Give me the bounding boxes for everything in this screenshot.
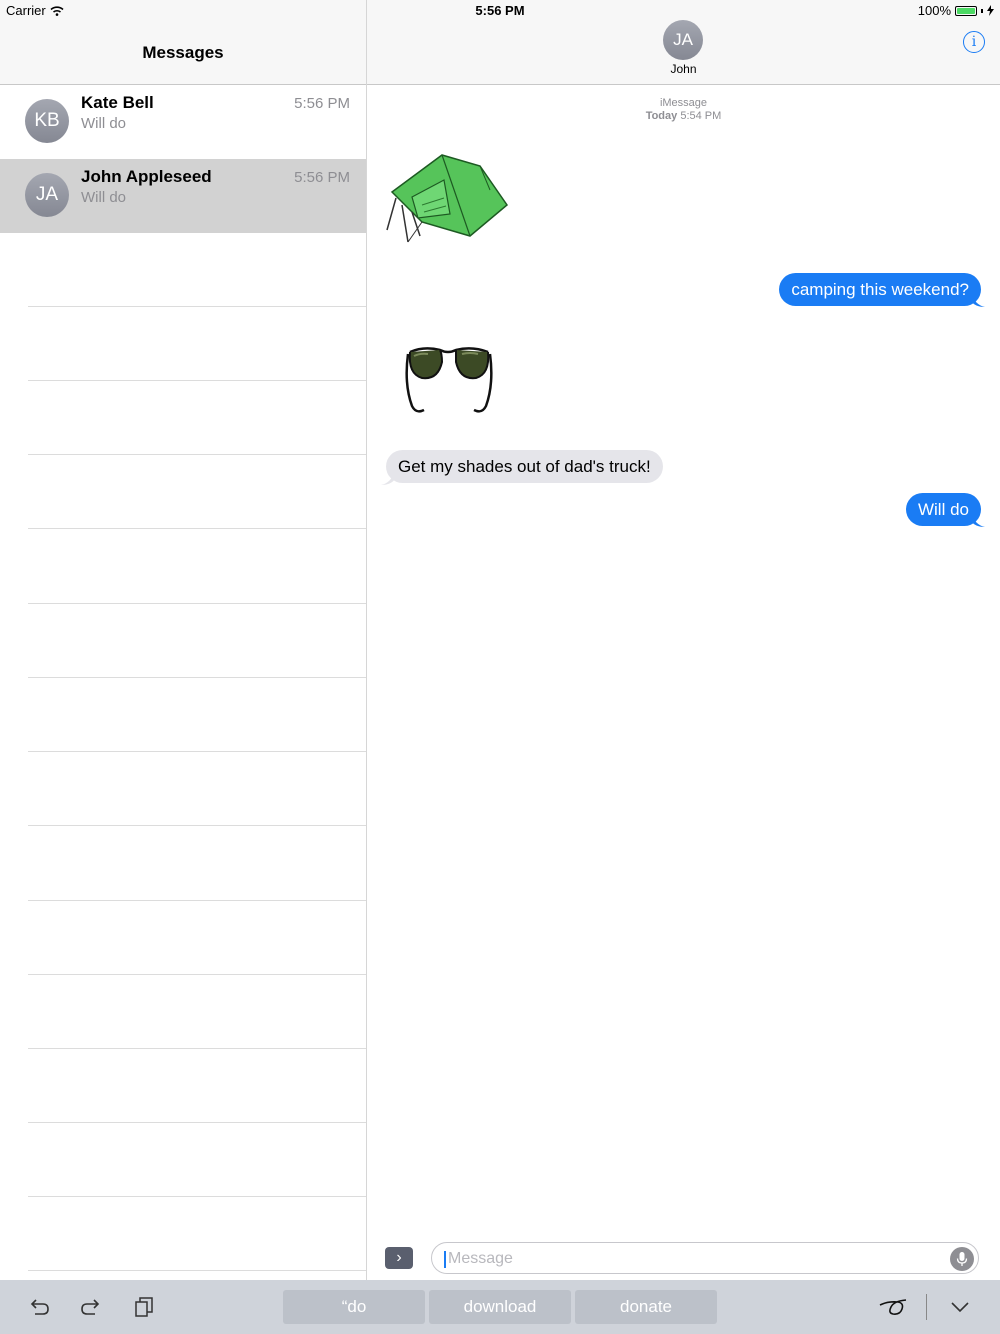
list-separator xyxy=(28,1122,366,1123)
list-separator xyxy=(28,380,366,381)
handwriting-icon[interactable] xyxy=(878,1295,908,1319)
list-separator xyxy=(28,306,366,307)
avatar: JA xyxy=(25,173,69,217)
dictation-button[interactable] xyxy=(950,1247,974,1271)
contact-name[interactable]: John xyxy=(367,62,1000,76)
battery-icon xyxy=(955,5,977,16)
battery-cap xyxy=(981,8,983,13)
message-bubble-outgoing[interactable]: camping this weekend? xyxy=(779,273,981,306)
redo-icon[interactable] xyxy=(79,1295,103,1319)
info-button[interactable]: i xyxy=(963,31,985,53)
tent-sticker[interactable] xyxy=(382,150,512,248)
divider xyxy=(926,1294,927,1320)
bubble-tail xyxy=(971,293,985,307)
page-title: Messages xyxy=(142,43,224,62)
microphone-icon xyxy=(956,1252,968,1266)
list-separator xyxy=(28,825,366,826)
suggestion-1[interactable]: “do xyxy=(283,1290,425,1324)
contact-avatar[interactable]: JA xyxy=(663,20,703,60)
charging-icon xyxy=(987,5,994,16)
chevron-right-icon: › xyxy=(396,1249,402,1266)
message-input[interactable]: Message xyxy=(431,1242,979,1274)
timestamp-day: Today xyxy=(645,110,678,122)
list-separator xyxy=(28,603,366,604)
bubble-tail xyxy=(971,513,985,527)
list-separator xyxy=(28,751,366,752)
conversation-name: John Appleseed xyxy=(81,167,212,186)
avatar: KB xyxy=(25,99,69,143)
message-placeholder: Message xyxy=(448,1250,513,1267)
list-separator xyxy=(28,974,366,975)
info-icon: i xyxy=(971,34,977,50)
list-separator xyxy=(28,1270,366,1271)
suggestion-2[interactable]: download xyxy=(429,1290,571,1324)
conversation-timestamp: iMessage Today 5:54 PM xyxy=(367,97,1000,123)
status-bar: Carrier 5:56 PM 100% xyxy=(0,0,1000,20)
bubble-tail xyxy=(381,471,395,485)
list-separator xyxy=(28,1196,366,1197)
dismiss-keyboard-icon[interactable] xyxy=(948,1295,972,1319)
apps-expand-button[interactable]: › xyxy=(385,1247,413,1269)
status-bar-right: 100% xyxy=(918,3,994,18)
conversation-item-john-appleseed[interactable]: JA John Appleseed 5:56 PM Will do xyxy=(0,159,366,233)
conversation-time: 5:56 PM xyxy=(294,95,350,112)
timestamp-time: 5:54 PM xyxy=(680,110,722,122)
conversation-preview: Will do xyxy=(81,189,127,206)
conversation-item-kate-bell[interactable]: KB Kate Bell 5:56 PM Will do xyxy=(0,85,366,159)
battery-percent: 100% xyxy=(917,3,951,18)
conversation-name: Kate Bell xyxy=(81,93,154,112)
undo-icon[interactable] xyxy=(27,1295,51,1319)
conversation-time: 5:56 PM xyxy=(294,169,350,186)
message-bubble-outgoing[interactable]: Will do xyxy=(905,493,981,526)
list-separator xyxy=(28,1048,366,1049)
paste-icon[interactable] xyxy=(132,1295,156,1319)
conversation-preview: Will do xyxy=(81,115,127,132)
list-separator xyxy=(28,528,366,529)
keyboard-shortcut-bar: “do download donate xyxy=(0,1280,1000,1334)
list-separator xyxy=(28,454,366,455)
conversation-list-pane: Messages KB Kate Bell 5:56 PM Will do JA… xyxy=(0,0,367,1280)
list-separator xyxy=(28,900,366,901)
service-label: iMessage xyxy=(659,97,708,109)
message-bubble-incoming[interactable]: Get my shades out of dad's truck! xyxy=(386,450,663,483)
timestamp-line: Today 5:54 PM xyxy=(367,110,1000,123)
text-caret xyxy=(444,1251,446,1268)
list-separator xyxy=(28,677,366,678)
suggestion-3[interactable]: donate xyxy=(575,1290,717,1324)
status-time: 5:56 PM xyxy=(475,3,525,18)
sunglasses-sticker[interactable] xyxy=(402,344,494,416)
